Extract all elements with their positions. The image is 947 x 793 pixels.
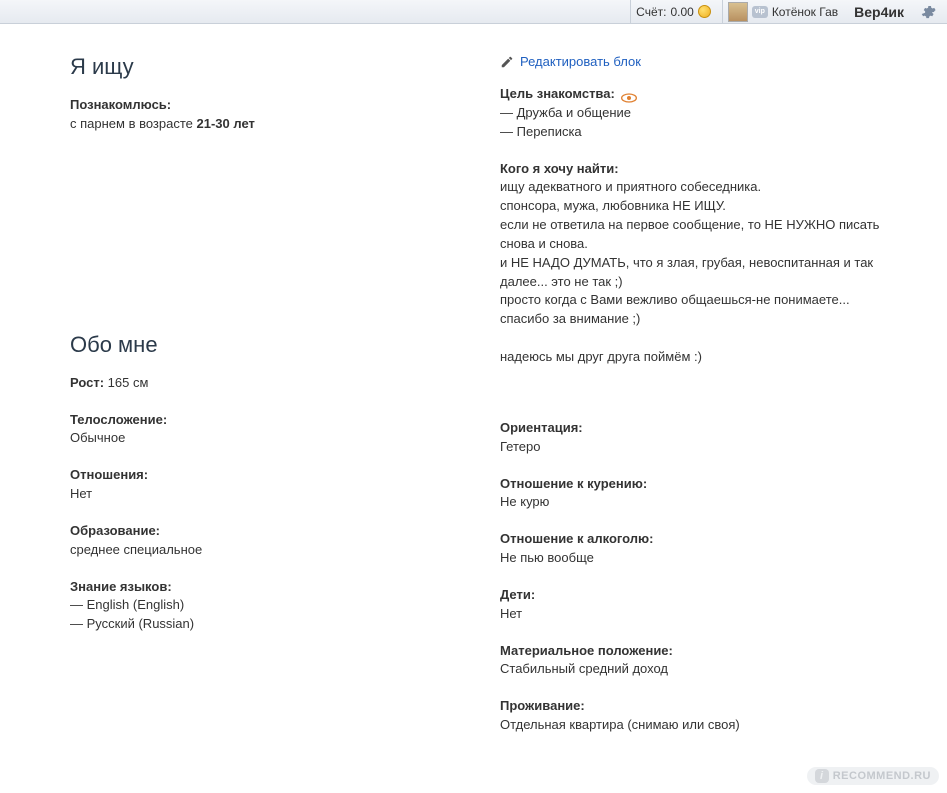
vip-badge: vip	[752, 6, 768, 18]
field-value: Нет	[500, 606, 522, 621]
edit-block-link[interactable]: Редактировать блок	[500, 54, 910, 69]
i-badge-icon: i	[815, 769, 829, 783]
purpose-label: Цель знакомства:	[500, 86, 615, 101]
user-chip[interactable]: vip Котёнок Гав	[722, 0, 843, 23]
topbar: Счёт: 0.00 vip Котёнок Гав Вер4ик	[0, 0, 947, 24]
language-item: Русский (Russian)	[70, 615, 500, 634]
field-value: Обычное	[70, 430, 125, 445]
about-field: Образование: среднее специальное	[70, 522, 500, 560]
balance-value: 0.00	[670, 5, 693, 19]
watermark-text: RECOMMEND.RU	[833, 770, 931, 782]
purpose-item: Переписка	[500, 123, 910, 142]
about-field: Телосложение: Обычное	[70, 411, 500, 449]
settings-button[interactable]	[915, 0, 941, 23]
eye-icon[interactable]	[621, 90, 637, 100]
languages-list: English (English)Русский (Russian)	[70, 596, 500, 634]
want-find-line: спасибо за внимание ;)	[500, 310, 910, 329]
balance[interactable]: Счёт: 0.00	[630, 0, 716, 23]
about-field: Рост: 165 см	[70, 374, 500, 393]
want-find-line	[500, 329, 910, 348]
purpose-item: Дружба и общение	[500, 104, 910, 123]
avatar	[728, 2, 748, 22]
want-find-line: спонсора, мужа, любовника НЕ ИЩУ.	[500, 197, 910, 216]
field-value: Нет	[70, 486, 92, 501]
gear-icon	[920, 4, 936, 20]
purpose-list: Дружба и общениеПереписка	[500, 104, 910, 142]
field-value: Не курю	[500, 494, 549, 509]
about-field: Дети: Нет	[500, 586, 910, 624]
intro-value-bold: 21-30 лет	[197, 116, 255, 131]
language-item: English (English)	[70, 596, 500, 615]
want-find-line: и НЕ НАДО ДУМАТЬ, что я злая, грубая, не…	[500, 254, 910, 292]
left-column: Я ищу Познакомлюсь: с парнем в возрасте …	[70, 54, 500, 753]
field-value: Не пью вообще	[500, 550, 594, 565]
field-label: Отношения:	[70, 467, 148, 482]
display-name: Котёнок Гав	[772, 5, 838, 19]
coin-icon	[698, 5, 711, 18]
about-left-fields: Рост: 165 см Телосложение: Обычное Отношени…	[70, 374, 500, 560]
field-label: Материальное положение:	[500, 643, 673, 658]
field-value: 165 см	[108, 375, 149, 390]
want-find-field: Кого я хочу найти: ищу адекватного и при…	[500, 160, 910, 367]
want-find-line: надеюсь мы друг друга поймём :)	[500, 348, 910, 367]
field-value: Стабильный средний доход	[500, 661, 668, 676]
right-column: Редактировать блок Цель знакомства: Друж…	[500, 54, 910, 753]
want-find-text: ищу адекватного и приятного собеседника.…	[500, 178, 910, 366]
about-field: Материальное положение: Стабильный средни…	[500, 642, 910, 680]
about-right-fields: Ориентация: Гетеро Отношение к курению: Не …	[500, 419, 910, 735]
field-label: Проживание:	[500, 698, 585, 713]
about-field: Отношение к курению: Не курю	[500, 475, 910, 513]
watermark: i RECOMMEND.RU	[807, 767, 939, 785]
looking-for-title: Я ищу	[70, 54, 500, 80]
intro-value-prefix: с парнем в возрасте	[70, 116, 197, 131]
edit-block-label: Редактировать блок	[520, 54, 641, 69]
username: Вер4ик	[854, 4, 904, 20]
languages-label: Знание языков:	[70, 579, 172, 594]
purpose-field: Цель знакомства: Дружба и общениеПерепис…	[500, 85, 910, 142]
about-field: Отношения: Нет	[70, 466, 500, 504]
field-label: Ориентация:	[500, 420, 583, 435]
field-value: Гетеро	[500, 439, 540, 454]
languages-field: Знание языков: English (English)Русский …	[70, 578, 500, 635]
field-label: Дети:	[500, 587, 535, 602]
field-value: Отдельная квартира (снимаю или своя)	[500, 717, 740, 732]
intro-field: Познакомлюсь: с парнем в возрасте 21-30 …	[70, 96, 500, 134]
intro-label: Познакомлюсь:	[70, 97, 171, 112]
username-block: Вер4ик	[849, 0, 909, 23]
about-field: Проживание: Отдельная квартира (снимаю ил…	[500, 697, 910, 735]
about-title: Обо мне	[70, 332, 500, 358]
pencil-icon	[500, 55, 514, 69]
field-label: Отношение к алкоголю:	[500, 531, 653, 546]
about-field: Отношение к алкоголю: Не пью вообще	[500, 530, 910, 568]
field-label: Телосложение:	[70, 412, 167, 427]
field-label: Рост:	[70, 375, 104, 390]
balance-label: Счёт:	[636, 5, 666, 19]
field-label: Отношение к курению:	[500, 476, 647, 491]
want-find-line: просто когда с Вами вежливо общаешься-не…	[500, 291, 910, 310]
want-find-line: если не ответила на первое сообщение, то…	[500, 216, 910, 254]
want-find-label: Кого я хочу найти:	[500, 161, 619, 176]
want-find-line: ищу адекватного и приятного собеседника.	[500, 178, 910, 197]
about-field: Ориентация: Гетеро	[500, 419, 910, 457]
field-value: среднее специальное	[70, 542, 202, 557]
profile-content: Я ищу Познакомлюсь: с парнем в возрасте …	[0, 24, 947, 793]
field-label: Образование:	[70, 523, 160, 538]
